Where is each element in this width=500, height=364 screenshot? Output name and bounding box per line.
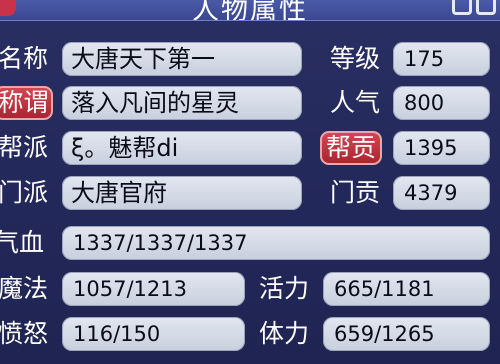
popularity-label: 人气: [330, 88, 381, 117]
close-icon[interactable]: [476, 0, 496, 15]
school-label: 门派: [0, 178, 49, 207]
popularity-field: 800: [393, 86, 490, 120]
guild-label: 帮派: [0, 133, 49, 162]
mp-field: 1057/1213: [62, 272, 245, 306]
stamina-label: 体力: [259, 319, 310, 348]
title-field: 落入凡间的星灵: [62, 86, 302, 120]
character-attributes-panel: 人物属性 名称 大唐天下第一 等级 175 称谓 落入凡间的星灵 人气 800 …: [0, 0, 500, 364]
rage-label: 愤怒: [0, 319, 49, 348]
minimize-icon[interactable]: [452, 0, 472, 15]
window-title-bar: 人物属性: [0, 0, 500, 21]
school-contribution-label: 门贡: [330, 178, 381, 207]
rage-field: 116/150: [62, 317, 245, 351]
level-field: 175: [393, 42, 490, 76]
vitality-label: 活力: [259, 274, 310, 303]
window-title: 人物属性: [192, 0, 308, 21]
level-label: 等级: [330, 44, 381, 73]
school-field: 大唐官府: [62, 176, 302, 210]
school-contribution-field: 4379: [393, 176, 490, 210]
title-button[interactable]: 称谓: [0, 86, 53, 120]
hp-field: 1337/1337/1337: [62, 226, 490, 260]
stamina-field: 659/1265: [323, 317, 490, 351]
name-label: 名称: [0, 44, 49, 73]
guild-contribution-button[interactable]: 帮贡: [320, 131, 382, 165]
hp-label: 气血: [0, 228, 45, 257]
name-field: 大唐天下第一: [62, 42, 302, 76]
guild-field: ξ。魅帮di: [62, 131, 302, 165]
mp-label: 魔法: [0, 274, 49, 303]
vitality-field: 665/1181: [323, 272, 490, 306]
guild-contribution-field: 1395: [393, 131, 490, 165]
